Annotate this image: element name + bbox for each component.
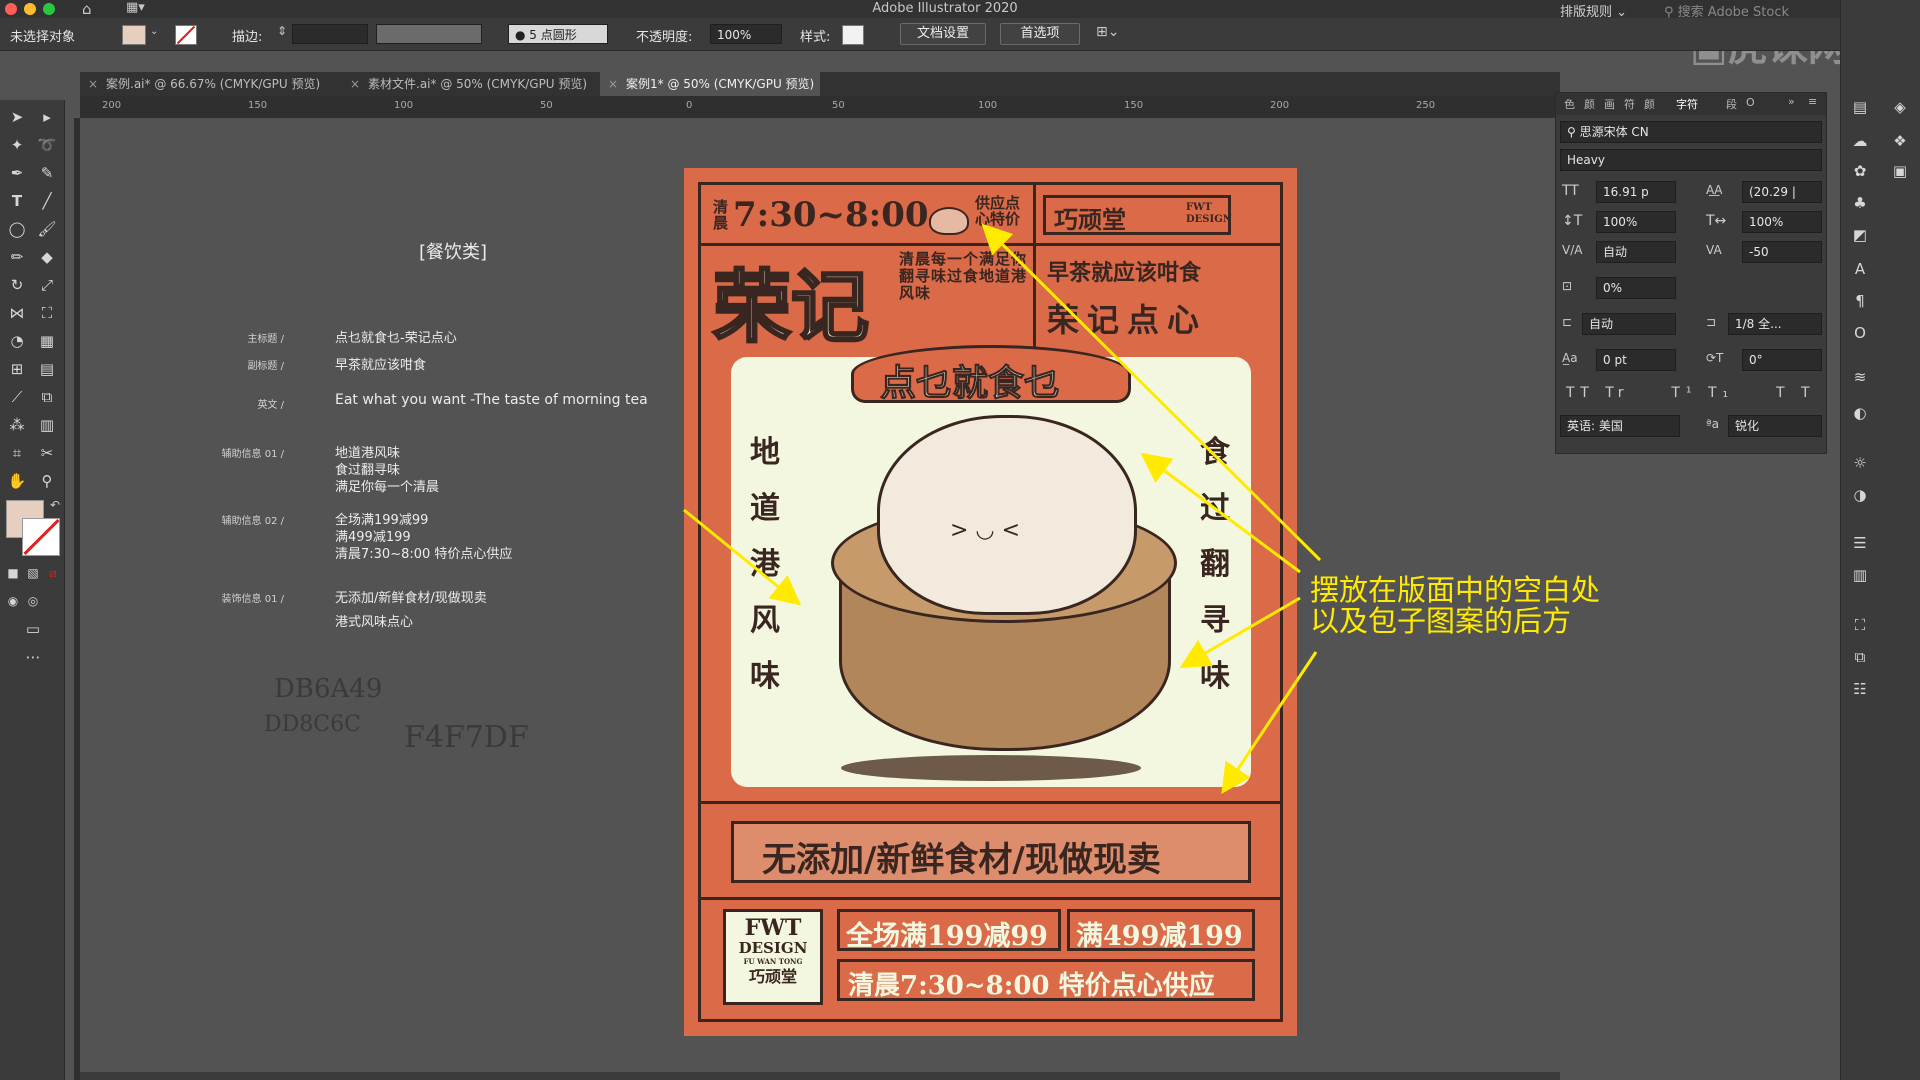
tracking-icon: VA (1706, 243, 1722, 257)
vertical-scale-field[interactable]: 100% (1596, 211, 1676, 233)
brushes-icon[interactable]: ✿ (1849, 160, 1871, 182)
callout-line: 以及包子图案的后方 (1310, 604, 1572, 638)
aki-left-value: 自动 (1589, 317, 1614, 331)
panel-dock: ▤ ☁ ✿ ♣ ◩ A ¶ O ≋ ◐ ☼ ◑ ☰ ▥ ⛶ ⧉ ☷ ◈ ❖ ▣ (1840, 0, 1920, 1080)
antialias-field[interactable]: 锐化 (1728, 415, 1822, 437)
panel-tab[interactable]: 符 (1624, 96, 1635, 112)
character-rotation-value: 0° (1749, 353, 1763, 367)
tab-character[interactable]: 字符 (1676, 96, 1698, 112)
arrow-line (683, 508, 802, 606)
panel-tab[interactable]: 颜 (1644, 96, 1655, 112)
kerning-icon: V/A (1562, 243, 1583, 257)
baseline-shift-field[interactable]: 0 pt (1596, 349, 1676, 371)
panel-menu-icon[interactable]: ≡ (1808, 95, 1817, 108)
callout-text: 摆放在版面中的空白处 以及包子图案的后方 (1310, 575, 1600, 637)
font-style-field[interactable]: Heavy (1560, 149, 1822, 171)
antialias-value: 锐化 (1735, 419, 1760, 433)
pathfinder-icon[interactable]: ⧉ (1849, 646, 1871, 668)
callout-line: 摆放在版面中的空白处 (1310, 573, 1601, 607)
stroke-icon[interactable]: ≋ (1849, 366, 1871, 388)
panel-expand-icon[interactable]: » (1788, 95, 1795, 108)
arrow-line (981, 223, 1322, 562)
transform-icon[interactable]: ⛶ (1849, 614, 1871, 636)
aki-left-icon: ⊏ (1562, 315, 1573, 329)
panel-tab[interactable]: 段 (1726, 96, 1737, 112)
aki-right-icon: ⊐ (1706, 315, 1717, 329)
character-rotation-icon: ⟳T (1706, 351, 1724, 365)
panel-tab[interactable]: 画 (1604, 96, 1615, 112)
appearance-icon[interactable]: ☼ (1849, 452, 1871, 474)
symbols-icon[interactable]: ♣ (1849, 192, 1871, 214)
panel-tab[interactable]: 色 (1564, 96, 1575, 112)
libraries-icon[interactable]: ☁ (1849, 130, 1871, 152)
font-size-field[interactable]: 16.91 p (1596, 181, 1676, 203)
color-guide-icon[interactable]: ◑ (1849, 484, 1871, 506)
vertical-scale-icon: ↕T (1562, 213, 1583, 229)
tsume-field[interactable]: 0% (1596, 277, 1676, 299)
opentype-icon[interactable]: O (1849, 322, 1871, 344)
font-size-icon: TT (1562, 183, 1579, 199)
baseline-shift-value: 0 pt (1603, 353, 1627, 367)
search-icon: ⚲ (1567, 125, 1580, 139)
tracking-field[interactable]: -50 (1742, 241, 1822, 263)
font-style-value: Heavy (1567, 153, 1605, 167)
text-style-buttons[interactable]: TT Tr T¹ T₁ T T (1566, 385, 1816, 401)
align-icon[interactable]: ☰ (1849, 532, 1871, 554)
font-family-value: 思源宋体 CN (1579, 125, 1649, 139)
leading-icon: A͟A (1706, 183, 1723, 197)
baseline-shift-icon: A̲a (1562, 351, 1578, 365)
aki-right-value: 1/8 全... (1735, 317, 1782, 331)
kerning-field[interactable]: 自动 (1596, 241, 1676, 263)
vertical-scale-value: 100% (1603, 215, 1638, 229)
panel-tabs: 色 颜 画 符 颜 字符 段 O » ≡ (1556, 93, 1826, 115)
layers-icon[interactable]: ◈ (1889, 96, 1911, 118)
properties-icon[interactable]: ▤ (1849, 96, 1871, 118)
character-rotation-field[interactable]: 0° (1742, 349, 1822, 371)
antialias-icon: ªa (1706, 417, 1720, 431)
font-size-value: 16.91 p (1603, 185, 1649, 199)
horizontal-scale-field[interactable]: 100% (1742, 211, 1822, 233)
font-family-field[interactable]: ⚲ 思源宋体 CN (1560, 121, 1822, 143)
status-bar (80, 1072, 1560, 1080)
paragraph-icon[interactable]: ¶ (1849, 290, 1871, 312)
leading-field[interactable]: (20.29 | (1742, 181, 1822, 203)
transparency-icon[interactable]: ◐ (1849, 402, 1871, 424)
horizontal-scale-value: 100% (1749, 215, 1784, 229)
language-field[interactable]: 英语: 美国 (1560, 415, 1680, 437)
kerning-value: 自动 (1603, 245, 1628, 259)
leading-value: (20.29 | (1749, 185, 1796, 199)
tracking-value: -50 (1749, 245, 1769, 259)
tsume-icon: ⊡ (1562, 279, 1573, 293)
arrow-line (1221, 651, 1318, 794)
arrow-line (1179, 596, 1301, 669)
distribute-icon[interactable]: ☷ (1849, 678, 1871, 700)
graphic-styles-icon[interactable]: ◩ (1849, 224, 1871, 246)
artboards-icon[interactable]: ❖ (1889, 130, 1911, 152)
panel-tab[interactable]: 颜 (1584, 96, 1595, 112)
aki-left-field[interactable]: 自动 (1582, 313, 1676, 335)
tsume-value: 0% (1603, 281, 1623, 295)
character-icon[interactable]: A (1849, 258, 1871, 280)
language-value: 英语: 美国 (1567, 419, 1623, 433)
character-panel: 色 颜 画 符 颜 字符 段 O » ≡ ⚲ 思源宋体 CN Heavy TT … (1555, 92, 1827, 454)
panel-tab[interactable]: O (1746, 96, 1755, 109)
aki-right-field[interactable]: 1/8 全... (1728, 313, 1822, 335)
asset-export-icon[interactable]: ▣ (1889, 160, 1911, 182)
gradient-panel-icon[interactable]: ▥ (1849, 564, 1871, 586)
horizontal-scale-icon: T↔ (1706, 213, 1727, 229)
